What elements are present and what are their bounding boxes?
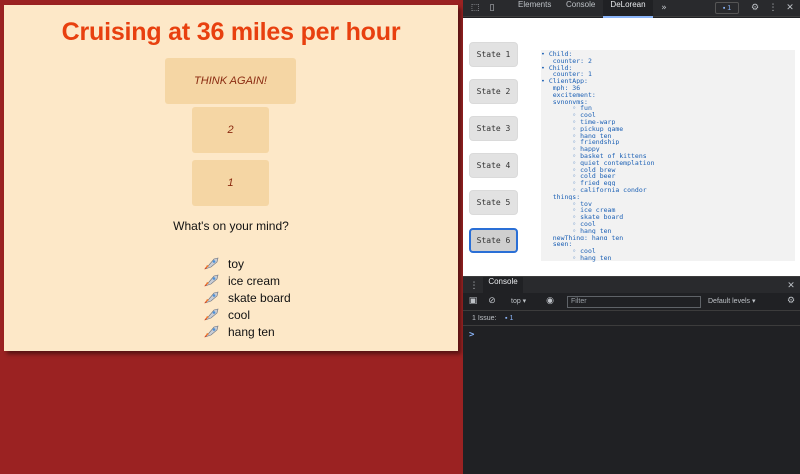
state-button-2[interactable]: State 2 [469, 79, 518, 104]
delorean-panel: State 1 State 2 State 3 State 4 State 5 State… [463, 18, 800, 276]
thing-item: ice cream [203, 272, 291, 289]
devtools-tabbar: ⬚ ▯ Elements Console DeLorean » ▪ 1 ⚙ ⋮ … [463, 0, 800, 18]
sidebar-toggle-icon[interactable]: ▣ [468, 296, 478, 306]
state-tree-line: ◦ toy [541, 199, 795, 208]
state-tree-line: ◦ fried egg [541, 179, 795, 187]
tab-console[interactable]: Console [566, 0, 595, 17]
state-tree-line: seen: [541, 240, 795, 248]
thing-item: toy [203, 255, 291, 272]
more-options-icon[interactable]: ⋮ [768, 3, 778, 13]
drawer-close-icon[interactable]: ✕ [786, 281, 796, 291]
thing-label: skate board [228, 290, 291, 305]
state-tree-line: ◦ cool [541, 219, 795, 228]
issues-badge[interactable]: ▪ 1 [715, 2, 739, 14]
log-levels-select[interactable]: Default levels ▾ [708, 296, 756, 308]
state-tree-line: ◦ friendship [541, 138, 795, 146]
state-tree-line: ◦ hang ten [541, 131, 795, 140]
state-button-5[interactable]: State 5 [469, 190, 518, 215]
more-tabs-icon[interactable]: » [659, 3, 669, 13]
console-settings-icon[interactable]: ⚙ [786, 296, 796, 306]
thing-item: hang ten [203, 323, 291, 340]
state-tree-line: ◦ hang ten [541, 253, 795, 262]
tab-elements[interactable]: Elements [518, 0, 551, 17]
state-tree-line: counter: 1 [541, 70, 795, 78]
state-tree-line: ◦ cool [541, 247, 795, 255]
rocket-icon [203, 257, 219, 270]
state-tree-line: ◦ skate board [541, 213, 795, 221]
tab-delorean[interactable]: DeLorean [603, 0, 653, 18]
things-list: toy ice cream skate board cool hang ten [203, 255, 291, 340]
state-tree-line: ◦ california condor [541, 185, 795, 194]
context-select-value: top [511, 298, 521, 305]
state-tree-line: ◦ quiet contemplation [541, 158, 795, 167]
state-tree-line: ◦ happy [541, 145, 795, 153]
thing-item: cool [203, 306, 291, 323]
state-button-6[interactable]: State 6 [469, 228, 518, 253]
state-tree-line: ◦ cold beer [541, 172, 795, 180]
thing-item: skate board [203, 289, 291, 306]
state-tree: • Child: counter: 2 • Child: counter: 1 • … [541, 50, 795, 282]
state-tree-line: ◦ fun [541, 104, 795, 112]
eye-icon[interactable]: ◉ [545, 296, 555, 306]
state-tree-line: newThing: hang ten [541, 233, 795, 242]
thing-label: cool [228, 307, 251, 322]
console-prompt[interactable]: > [469, 330, 474, 340]
state-tree-line: ◦ cold brew [541, 165, 795, 174]
state-tree-line: counter: 2 [541, 56, 795, 65]
app-panel: Cruising at 36 miles per hour THINK AGAI… [4, 5, 458, 351]
counter-tile-2[interactable]: 1 [192, 160, 269, 206]
devtools-panel: ⬚ ▯ Elements Console DeLorean » ▪ 1 ⚙ ⋮ … [463, 0, 800, 474]
state-button-4[interactable]: State 4 [469, 153, 518, 178]
context-select[interactable]: top ▾ [511, 296, 526, 308]
state-tree-line: ◦ basket of kittens [541, 151, 795, 160]
drawer-tab-console[interactable]: Console [483, 277, 523, 294]
state-tree-line: • Child: [541, 63, 795, 72]
state-tree-line: mph: 36 [541, 83, 795, 92]
state-tree-line: ◦ ice cream [541, 206, 795, 214]
issues-link[interactable]: ▪ 1 [505, 313, 513, 325]
inspect-icon[interactable]: ⬚ [470, 3, 480, 13]
issues-link-count: 1 [509, 315, 514, 322]
issues-label: 1 Issue: [472, 315, 497, 322]
think-again-button[interactable]: THINK AGAIN! [165, 58, 296, 104]
state-button-1[interactable]: State 1 [469, 42, 518, 67]
thing-label: toy [228, 256, 245, 271]
settings-icon[interactable]: ⚙ [750, 3, 760, 13]
state-tree-line: synonyms: [541, 97, 795, 106]
state-tree-line: ◦ cool [541, 111, 795, 119]
state-tree-line: • Child: [541, 50, 795, 58]
rocket-icon [203, 291, 219, 304]
thing-label: hang ten [228, 324, 275, 339]
thing-label: ice cream [228, 273, 281, 288]
issues-line: 1 Issue: ▪ 1 [463, 312, 800, 326]
log-levels-value: Default levels [708, 298, 751, 305]
counter-tile-1[interactable]: 2 [192, 107, 269, 153]
state-tree-line: excitement: [541, 90, 795, 99]
clear-console-icon[interactable]: ⊘ [487, 296, 497, 306]
state-button-3[interactable]: State 3 [469, 116, 518, 141]
issues-badge-count: 1 [727, 5, 732, 12]
rocket-icon [203, 274, 219, 287]
mind-prompt: What's on your mind? [173, 219, 289, 233]
drawer-menu-icon[interactable]: ⋮ [469, 281, 479, 291]
device-toggle-icon[interactable]: ▯ [487, 3, 497, 13]
console-toolbar: ▣ ⊘ top ▾ ◉ Filter Default levels ▾ ⚙ [463, 293, 800, 311]
state-tree-line: ◦ hang ten [541, 226, 795, 235]
drawer-bar: ⋮ Console ✕ [463, 276, 800, 294]
speed-heading: Cruising at 36 miles per hour [61, 18, 401, 46]
state-tree-line: things: [541, 192, 795, 201]
close-icon[interactable]: ✕ [785, 3, 795, 13]
rocket-icon [203, 325, 219, 338]
rocket-icon [203, 308, 219, 321]
filter-input[interactable]: Filter [567, 296, 701, 308]
state-tree-line: • ClientApp: [541, 77, 795, 85]
state-tree-line: ◦ time-warp [541, 117, 795, 126]
state-tree-line: ◦ pickup game [541, 124, 795, 133]
